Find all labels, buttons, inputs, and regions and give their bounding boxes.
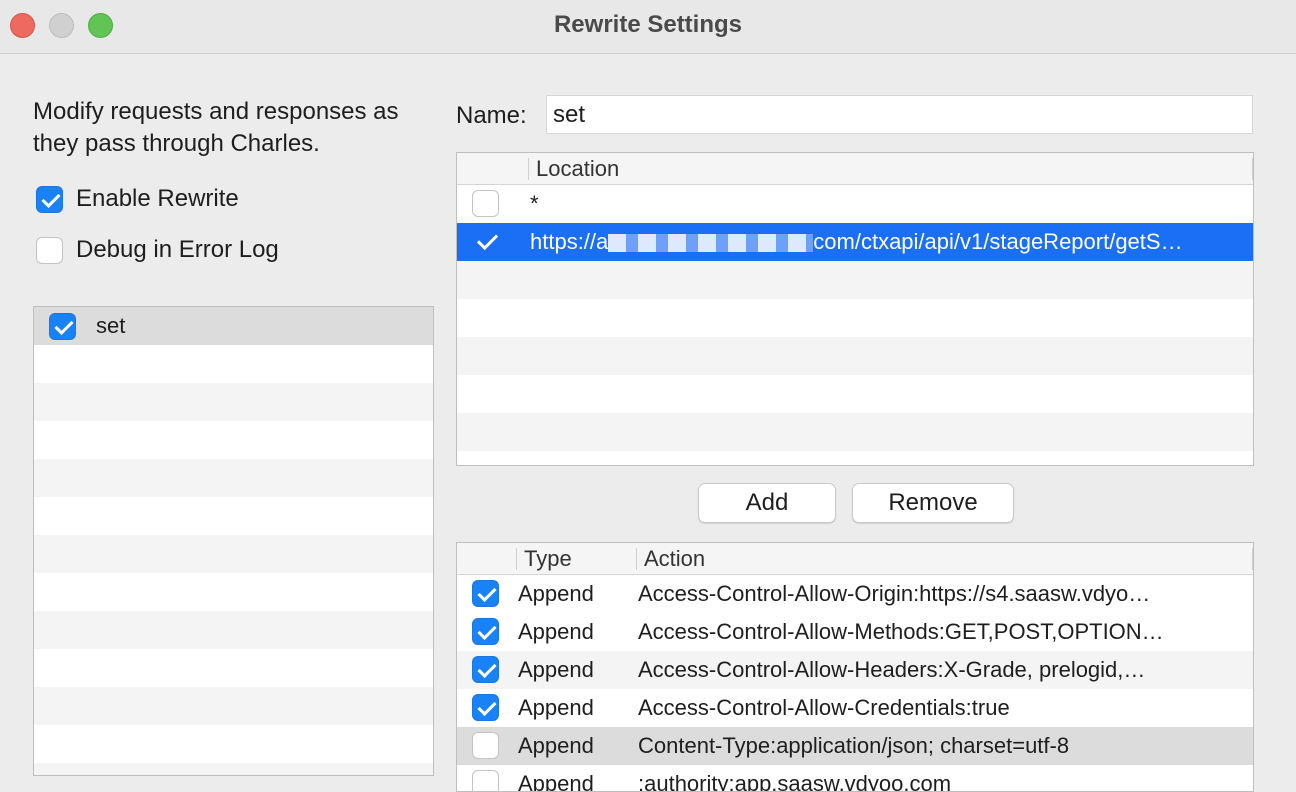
- table-row[interactable]: Append Access-Control-Allow-Headers:X-Gr…: [457, 651, 1253, 689]
- empty-row: [34, 345, 433, 383]
- table-row[interactable]: Append :authority:app.saasw.vdyoo.com: [457, 765, 1253, 792]
- add-location-button[interactable]: Add: [698, 483, 836, 523]
- table-row[interactable]: Append Access-Control-Allow-Credentials:…: [457, 689, 1253, 727]
- rewrite-sets-list[interactable]: set: [33, 306, 434, 776]
- table-row[interactable]: Append Access-Control-Allow-Origin:https…: [457, 575, 1253, 613]
- action-enabled-checkbox[interactable]: [472, 732, 499, 759]
- empty-row: [34, 497, 433, 535]
- empty-row: [34, 725, 433, 763]
- name-label: Name:: [456, 102, 527, 129]
- action-enabled-checkbox[interactable]: [472, 618, 499, 645]
- empty-row: [457, 413, 1253, 451]
- action-type: Append: [518, 657, 594, 682]
- action-type: Append: [518, 733, 594, 758]
- empty-row: [457, 261, 1253, 299]
- location-text: https://a com/ctxapi/api/v1/stageReport/g…: [530, 229, 1183, 255]
- locations-table[interactable]: Location * https://a com/ctxapi/api/v1/st…: [456, 152, 1254, 466]
- action-description: :authority:app.saasw.vdyoo.com: [638, 771, 952, 792]
- actions-table[interactable]: Type Action Append Access-Control-Allow-…: [456, 542, 1254, 792]
- dialog-content: Modify requests and responses as they pa…: [0, 55, 1296, 792]
- table-row[interactable]: https://a com/ctxapi/api/v1/stageReport/g…: [457, 223, 1253, 261]
- empty-row: [34, 611, 433, 649]
- location-column-header[interactable]: Location: [536, 156, 619, 182]
- debug-error-log-option[interactable]: Debug in Error Log: [36, 236, 279, 264]
- action-enabled-checkbox[interactable]: [472, 656, 499, 683]
- action-enabled-checkbox[interactable]: [472, 694, 499, 721]
- location-enabled-checkbox[interactable]: [472, 228, 499, 255]
- action-type: Append: [518, 771, 594, 792]
- action-column-header[interactable]: Action: [644, 546, 705, 572]
- description-text: Modify requests and responses as they pa…: [33, 98, 399, 157]
- name-field[interactable]: [546, 95, 1253, 134]
- table-row[interactable]: *: [457, 185, 1253, 223]
- column-separator: [528, 158, 529, 180]
- list-item[interactable]: set: [34, 307, 433, 345]
- column-separator: [636, 548, 637, 570]
- location-enabled-checkbox[interactable]: [472, 190, 499, 217]
- action-type: Append: [518, 619, 594, 644]
- enable-rewrite-option[interactable]: Enable Rewrite: [36, 185, 239, 213]
- action-enabled-checkbox[interactable]: [472, 770, 499, 791]
- empty-row: [34, 687, 433, 725]
- action-description: Access-Control-Allow-Methods:GET,POST,OP…: [638, 619, 1164, 644]
- action-type: Append: [518, 695, 594, 720]
- empty-row: [34, 383, 433, 421]
- enable-rewrite-checkbox[interactable]: [36, 185, 63, 213]
- column-separator: [1252, 548, 1253, 570]
- set-enabled-checkbox[interactable]: [49, 312, 76, 340]
- type-column-header[interactable]: Type: [524, 546, 572, 572]
- empty-row: [34, 763, 433, 775]
- action-description: Content-Type:application/json; charset=u…: [638, 733, 1070, 758]
- window-title: Rewrite Settings: [553, 11, 743, 38]
- remove-location-button[interactable]: Remove: [852, 483, 1014, 523]
- enable-rewrite-label: Enable Rewrite: [76, 185, 239, 212]
- empty-row: [34, 573, 433, 611]
- debug-error-log-label: Debug in Error Log: [76, 236, 279, 263]
- location-text: *: [530, 191, 539, 216]
- actions-table-header: Type Action: [457, 543, 1253, 575]
- action-description: Access-Control-Allow-Origin:https://s4.s…: [638, 581, 1151, 606]
- debug-error-log-checkbox[interactable]: [36, 236, 63, 264]
- empty-row: [34, 535, 433, 573]
- table-row[interactable]: Append Access-Control-Allow-Methods:GET,…: [457, 613, 1253, 651]
- location-url-suffix: com/ctxapi/api/v1/stageReport/getS…: [813, 229, 1183, 254]
- empty-row: [34, 421, 433, 459]
- location-url-prefix: https://a: [530, 229, 609, 254]
- empty-row: [457, 375, 1253, 413]
- title-bar: Rewrite Settings: [0, 0, 1296, 54]
- set-label: set: [96, 313, 126, 338]
- column-separator: [516, 548, 517, 570]
- locations-table-header: Location: [457, 153, 1253, 185]
- action-enabled-checkbox[interactable]: [472, 580, 499, 607]
- empty-row: [457, 337, 1253, 375]
- column-separator: [1252, 158, 1253, 180]
- action-description: Access-Control-Allow-Credentials:true: [638, 695, 1010, 720]
- action-type: Append: [518, 581, 594, 606]
- action-description: Access-Control-Allow-Headers:X-Grade, pr…: [638, 657, 1146, 682]
- table-row[interactable]: Append Content-Type:application/json; ch…: [457, 727, 1253, 765]
- redacted-host: [608, 234, 814, 253]
- empty-row: [457, 299, 1253, 337]
- empty-row: [34, 459, 433, 497]
- empty-row: [34, 649, 433, 687]
